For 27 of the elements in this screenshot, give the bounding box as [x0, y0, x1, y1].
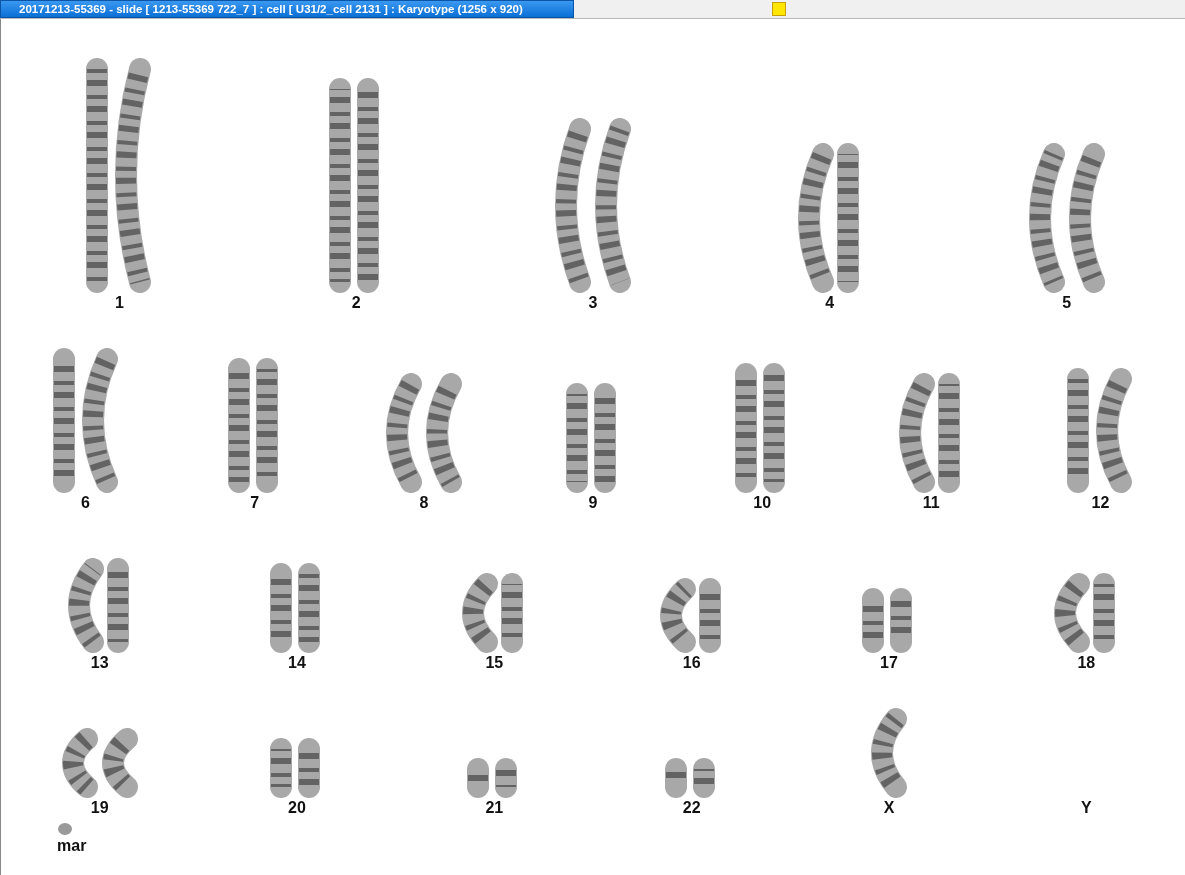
chromosome-label: 11: [922, 493, 940, 513]
chromosome-label: 6: [81, 493, 90, 513]
chromosome-label: 2: [351, 293, 361, 313]
chromosome-label: 4: [825, 293, 835, 313]
chromosome-label: 10: [753, 493, 772, 513]
chromosome-label: 22: [682, 798, 701, 818]
chromosome-label: X: [883, 798, 895, 818]
chromosome-label: 18: [1077, 653, 1096, 673]
chromosome-label: 8: [419, 493, 429, 513]
marker-label: mar: [57, 836, 87, 856]
chromosome-label: 16: [682, 653, 701, 673]
chromosome-label: 15: [485, 653, 504, 673]
chromosome-label: 12: [1091, 493, 1110, 513]
chromosome-label: Y: [1081, 798, 1092, 818]
chromosome-label: 14: [288, 653, 306, 673]
chromosome-label: 20: [288, 798, 306, 818]
chromosome-label: 5: [1062, 293, 1072, 313]
chromosome-label: 1: [114, 293, 124, 313]
window-title: 20171213-55369 - slide [ 1213-55369 722_7 ] : cell [ U31/2_cell 2131 ] : Karyotype (1256 x 920): [0, 0, 574, 18]
chromosome-label: 17: [880, 653, 898, 673]
chromosome-label: 9: [588, 493, 598, 513]
chromosome-label: 13: [90, 653, 109, 673]
chromosome-label: 7: [250, 493, 260, 513]
status-indicator-icon: [772, 2, 786, 16]
chromosome-label: 19: [90, 798, 109, 818]
chromosome-label: 3: [588, 293, 598, 313]
chromosome-label: 21: [485, 798, 504, 818]
